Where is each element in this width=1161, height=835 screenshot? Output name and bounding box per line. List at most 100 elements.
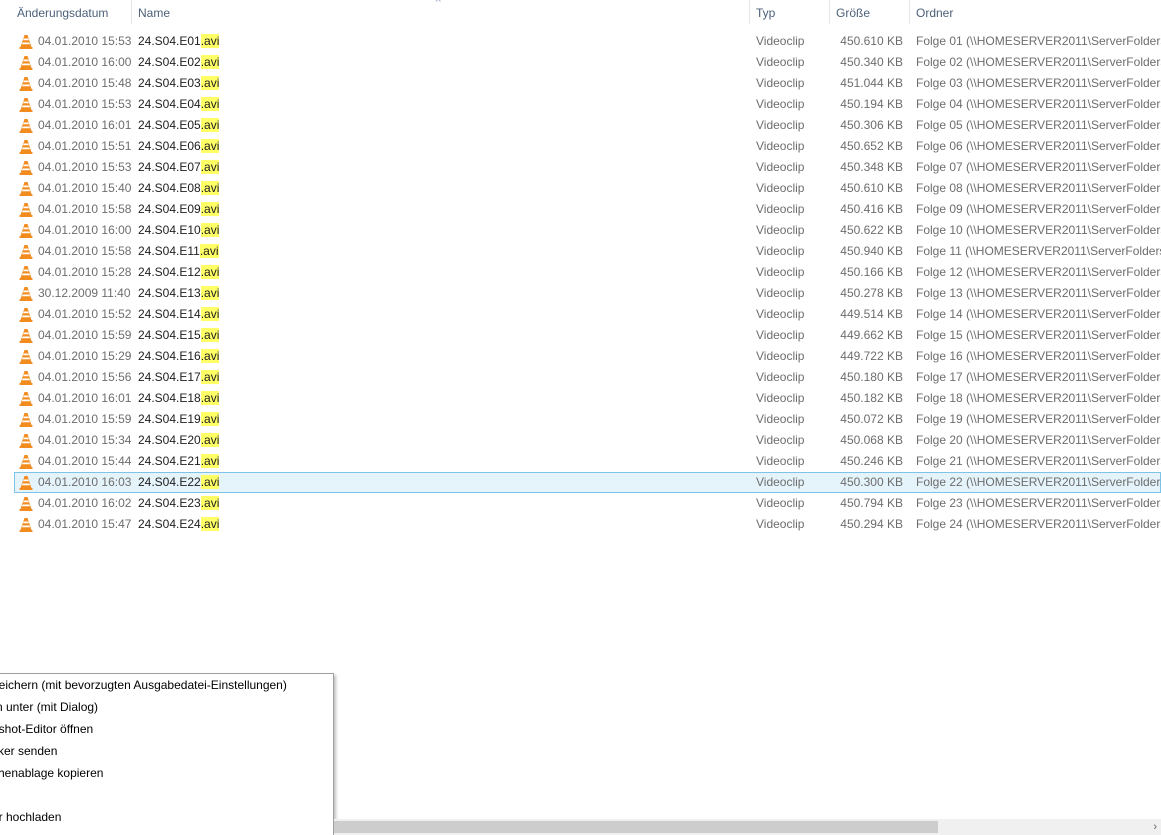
file-name-base: 24.S04.E12 bbox=[138, 265, 201, 279]
file-size: 450.652 KB bbox=[840, 139, 903, 153]
context-menu-item[interactable]: t bbox=[0, 784, 333, 806]
column-header-date[interactable]: Änderungsdatum bbox=[11, 0, 131, 26]
file-row[interactable]: 04.01.2010 15:47 24.S04.E24.avi Videocli… bbox=[14, 514, 1161, 535]
file-name[interactable]: 24.S04.E22.avi bbox=[138, 473, 738, 492]
file-type: Videoclip bbox=[756, 223, 805, 237]
file-row[interactable]: 04.01.2010 15:56 24.S04.E17.avi Videocli… bbox=[14, 367, 1161, 388]
file-name[interactable]: 24.S04.E20.avi bbox=[138, 431, 738, 450]
context-menu-item[interactable]: cker senden bbox=[0, 740, 333, 762]
column-header-size[interactable]: Größe bbox=[830, 0, 909, 26]
file-row[interactable]: 04.01.2010 15:29 24.S04.E16.avi Videocli… bbox=[14, 346, 1161, 367]
file-row[interactable]: 04.01.2010 15:51 24.S04.E06.avi Videocli… bbox=[14, 136, 1161, 157]
file-size: 450.940 KB bbox=[840, 244, 903, 258]
file-row[interactable]: 04.01.2010 15:58 24.S04.E11.avi Videocli… bbox=[14, 241, 1161, 262]
file-name-extension: .avi bbox=[200, 223, 220, 237]
file-size: 450.294 KB bbox=[840, 517, 903, 531]
scrollbar-thumb[interactable] bbox=[334, 821, 938, 833]
file-size: 450.068 KB bbox=[840, 433, 903, 447]
file-row[interactable]: 04.01.2010 15:28 24.S04.E12.avi Videocli… bbox=[14, 262, 1161, 283]
file-type: Videoclip bbox=[756, 55, 805, 69]
file-name[interactable]: 24.S04.E21.avi bbox=[138, 452, 738, 471]
context-menu-item[interactable]: peichern (mit bevorzugten Ausgabedatei-E… bbox=[0, 674, 333, 696]
vlc-cone-icon bbox=[18, 202, 34, 218]
file-row[interactable]: 04.01.2010 16:01 24.S04.E18.avi Videocli… bbox=[14, 388, 1161, 409]
file-row[interactable]: 04.01.2010 15:34 24.S04.E20.avi Videocli… bbox=[14, 430, 1161, 451]
file-row[interactable]: 04.01.2010 16:03 24.S04.E22.avi Videocli… bbox=[14, 472, 1161, 493]
file-name-extension: .avi bbox=[200, 97, 220, 111]
file-row[interactable]: 04.01.2010 15:44 24.S04.E21.avi Videocli… bbox=[14, 451, 1161, 472]
context-menu-item[interactable]: chenablage kopieren bbox=[0, 762, 333, 784]
file-date: 04.01.2010 15:52 bbox=[38, 307, 132, 321]
file-type: Videoclip bbox=[756, 454, 805, 468]
file-folder: Folge 12 (\\HOMESERVER2011\ServerFolders… bbox=[916, 265, 1161, 279]
file-row[interactable]: 04.01.2010 15:59 24.S04.E19.avi Videocli… bbox=[14, 409, 1161, 430]
file-row[interactable]: 04.01.2010 15:58 24.S04.E09.avi Videocli… bbox=[14, 199, 1161, 220]
file-name[interactable]: 24.S04.E14.avi bbox=[138, 305, 738, 324]
file-name[interactable]: 24.S04.E04.avi bbox=[138, 95, 738, 114]
file-name-base: 24.S04.E16 bbox=[138, 349, 201, 363]
context-menu-item[interactable]: rn unter (mit Dialog) bbox=[0, 696, 333, 718]
file-name[interactable]: 24.S04.E23.avi bbox=[138, 494, 738, 513]
context-menu-item[interactable]: ur hochladen bbox=[0, 806, 333, 828]
file-name[interactable]: 24.S04.E07.avi bbox=[138, 158, 738, 177]
file-row[interactable]: 04.01.2010 15:53 24.S04.E07.avi Videocli… bbox=[14, 157, 1161, 178]
file-row[interactable]: 30.12.2009 11:40 24.S04.E13.avi Videocli… bbox=[14, 283, 1161, 304]
file-date: 04.01.2010 16:03 bbox=[38, 475, 132, 489]
sort-ascending-icon: ^ bbox=[436, 0, 441, 8]
file-size: 450.340 KB bbox=[840, 55, 903, 69]
file-row[interactable]: 04.01.2010 15:53 24.S04.E04.avi Videocli… bbox=[14, 94, 1161, 115]
file-size: 449.722 KB bbox=[840, 349, 903, 363]
file-name[interactable]: 24.S04.E09.avi bbox=[138, 200, 738, 219]
file-folder: Folge 14 (\\HOMESERVER2011\ServerFolders… bbox=[916, 307, 1161, 321]
file-row[interactable]: 04.01.2010 16:01 24.S04.E05.avi Videocli… bbox=[14, 115, 1161, 136]
file-name[interactable]: 24.S04.E08.avi bbox=[138, 179, 738, 198]
file-name[interactable]: 24.S04.E03.avi bbox=[138, 74, 738, 93]
file-name-extension: .avi bbox=[200, 433, 220, 447]
context-menu-item[interactable]: nshot-Editor öffnen bbox=[0, 718, 333, 740]
file-row[interactable]: 04.01.2010 16:00 24.S04.E02.avi Videocli… bbox=[14, 52, 1161, 73]
file-type: Videoclip bbox=[756, 139, 805, 153]
file-name-base: 24.S04.E17 bbox=[138, 370, 201, 384]
file-folder: Folge 17 (\\HOMESERVER2011\ServerFolders… bbox=[916, 370, 1161, 384]
vlc-cone-icon bbox=[18, 181, 34, 197]
file-name[interactable]: 24.S04.E24.avi bbox=[138, 515, 738, 534]
column-header-type[interactable]: Typ bbox=[750, 0, 830, 26]
file-name[interactable]: 24.S04.E16.avi bbox=[138, 347, 738, 366]
file-name[interactable]: 24.S04.E18.avi bbox=[138, 389, 738, 408]
file-name-base: 24.S04.E03 bbox=[138, 76, 201, 90]
file-name[interactable]: 24.S04.E19.avi bbox=[138, 410, 738, 429]
file-row[interactable]: 04.01.2010 15:40 24.S04.E08.avi Videocli… bbox=[14, 178, 1161, 199]
file-row[interactable]: 04.01.2010 15:59 24.S04.E15.avi Videocli… bbox=[14, 325, 1161, 346]
vlc-cone-icon bbox=[18, 517, 34, 533]
file-name[interactable]: 24.S04.E05.avi bbox=[138, 116, 738, 135]
file-folder: Folge 08 (\\HOMESERVER2011\ServerFolders… bbox=[916, 181, 1161, 195]
file-name-base: 24.S04.E24 bbox=[138, 517, 201, 531]
file-name[interactable]: 24.S04.E15.avi bbox=[138, 326, 738, 345]
file-name-base: 24.S04.E18 bbox=[138, 391, 201, 405]
file-size: 450.180 KB bbox=[840, 370, 903, 384]
file-name[interactable]: 24.S04.E11.avi bbox=[138, 242, 738, 261]
file-name[interactable]: 24.S04.E12.avi bbox=[138, 263, 738, 282]
file-name-extension: .avi bbox=[200, 307, 220, 321]
file-row[interactable]: 04.01.2010 15:53 24.S04.E01.avi Videocli… bbox=[14, 31, 1161, 52]
file-row[interactable]: 04.01.2010 16:00 24.S04.E10.avi Videocli… bbox=[14, 220, 1161, 241]
file-name[interactable]: 24.S04.E06.avi bbox=[138, 137, 738, 156]
file-row[interactable]: 04.01.2010 16:02 24.S04.E23.avi Videocli… bbox=[14, 493, 1161, 514]
scroll-right-arrow-icon[interactable]: › bbox=[1153, 819, 1157, 835]
file-name-base: 24.S04.E13 bbox=[138, 286, 201, 300]
file-name[interactable]: 24.S04.E02.avi bbox=[138, 53, 738, 72]
column-header-folder[interactable]: Ordner bbox=[910, 0, 1161, 26]
file-name[interactable]: 24.S04.E13.avi bbox=[138, 284, 738, 303]
file-name-base: 24.S04.E20 bbox=[138, 433, 201, 447]
file-name-extension: .avi bbox=[200, 349, 220, 363]
vlc-cone-icon bbox=[18, 286, 34, 302]
horizontal-scrollbar[interactable]: › bbox=[334, 819, 1161, 835]
file-name[interactable]: 24.S04.E10.avi bbox=[138, 221, 738, 240]
file-name[interactable]: 24.S04.E17.avi bbox=[138, 368, 738, 387]
file-type: Videoclip bbox=[756, 286, 805, 300]
file-size: 450.610 KB bbox=[840, 181, 903, 195]
file-name[interactable]: 24.S04.E01.avi bbox=[138, 32, 738, 51]
file-name-base: 24.S04.E01 bbox=[138, 34, 201, 48]
file-row[interactable]: 04.01.2010 15:48 24.S04.E03.avi Videocli… bbox=[14, 73, 1161, 94]
file-row[interactable]: 04.01.2010 15:52 24.S04.E14.avi Videocli… bbox=[14, 304, 1161, 325]
